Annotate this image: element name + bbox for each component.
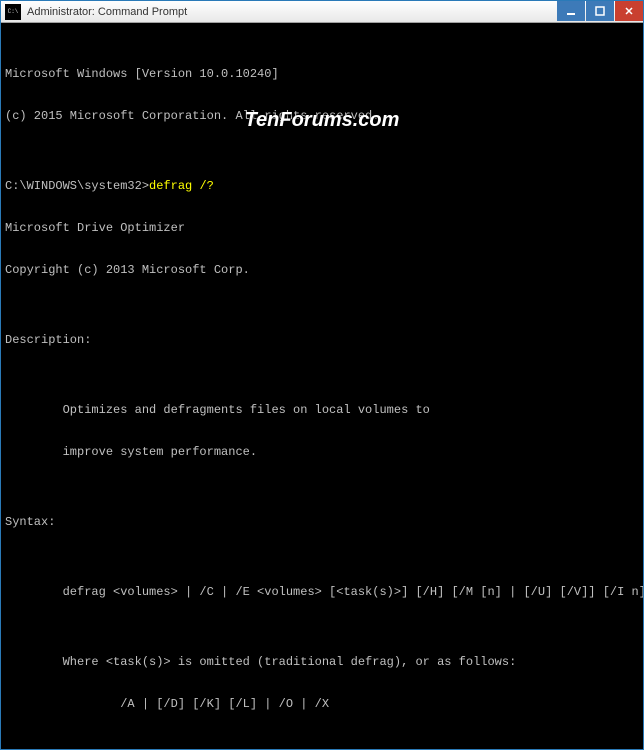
command-text: defrag /?: [149, 179, 214, 193]
output-line: (c) 2015 Microsoft Corporation. All righ…: [5, 109, 639, 123]
cmd-icon: [5, 4, 21, 20]
output-line: Syntax:: [5, 515, 639, 529]
window-title: Administrator: Command Prompt: [25, 6, 556, 18]
minimize-button[interactable]: [557, 1, 585, 21]
maximize-button[interactable]: [586, 1, 614, 21]
prompt-path: C:\WINDOWS\system32>: [5, 179, 149, 193]
output-line: Microsoft Drive Optimizer: [5, 221, 639, 235]
prompt-line: C:\WINDOWS\system32>defrag /?: [5, 179, 639, 193]
output-line: Description:: [5, 333, 639, 347]
output-line: Microsoft Windows [Version 10.0.10240]: [5, 67, 639, 81]
output-line: Where <task(s)> is omitted (traditional …: [5, 655, 639, 669]
window-controls: [556, 1, 643, 22]
output-line: Optimizes and defragments files on local…: [5, 403, 639, 417]
output-line: defrag <volumes> | /C | /E <volumes> [<t…: [5, 585, 639, 599]
close-button[interactable]: [615, 1, 643, 21]
output-line: improve system performance.: [5, 445, 639, 459]
window-titlebar: Administrator: Command Prompt: [1, 1, 643, 23]
output-line: Copyright (c) 2013 Microsoft Corp.: [5, 263, 639, 277]
terminal-output[interactable]: TenForums.com Microsoft Windows [Version…: [1, 23, 643, 749]
output-line: /A | [/D] [/K] [/L] | /O | /X: [5, 697, 639, 711]
